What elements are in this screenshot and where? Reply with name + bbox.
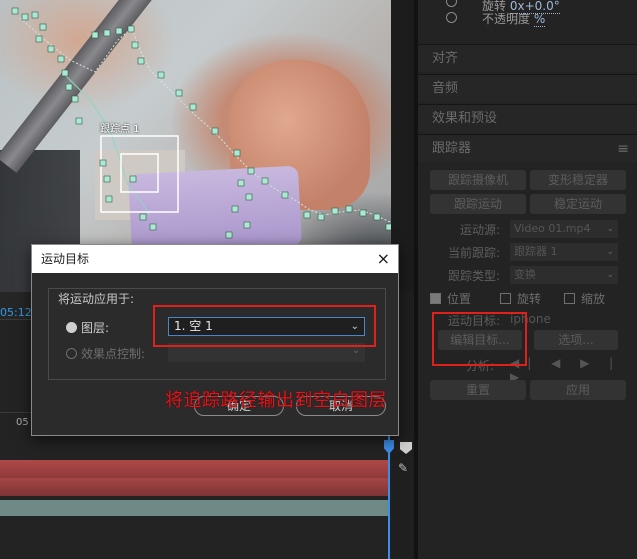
highlight-box-layer-select [153, 305, 376, 347]
dialog-title: 运动目标 [32, 245, 398, 273]
layer-switch-icon[interactable]: ✎ [398, 461, 408, 475]
reset-button[interactable]: 重置 [430, 380, 526, 400]
checkbox-icon [564, 293, 575, 304]
chevron-down-icon: ⌄ [606, 270, 614, 280]
rotation-stopwatch-icon[interactable] [446, 0, 457, 7]
apply-button[interactable]: 应用 [530, 380, 626, 400]
panel-menu-icon[interactable]: ≡ [617, 135, 629, 163]
stabilize-motion-button[interactable]: 稳定运动 [530, 194, 626, 214]
opacity-stopwatch-icon[interactable] [446, 12, 457, 23]
track-type-label: 跟踪类型: [448, 269, 501, 283]
radio-icon [66, 348, 77, 359]
position-label: 位置 [447, 292, 472, 306]
section-align-label: 对齐 [432, 51, 459, 66]
section-effects-presets[interactable]: 效果和预设 [418, 104, 637, 132]
chevron-down-icon: ⌄ [606, 224, 614, 234]
motion-source-label: 运动源: [460, 223, 501, 237]
right-panel: 旋转 0x+0.0° 不透明度 % 对齐 音频 效果和预设 跟踪器 ≡ 跟踪摄像… [414, 0, 637, 559]
current-track-label: 当前跟踪: [448, 246, 501, 260]
opacity-label: 不透明度 [482, 12, 531, 26]
layer-bar-video[interactable] [0, 478, 390, 496]
track-camera-button[interactable]: 跟踪摄像机 [430, 170, 526, 190]
section-audio[interactable]: 音频 [418, 74, 637, 102]
motion-source-value: Video 01.mp4 [514, 222, 591, 235]
current-track-select[interactable]: 跟踪器 1 ⌄ [510, 243, 618, 261]
scale-label: 缩放 [581, 292, 606, 306]
checkbox-checked-icon [430, 293, 441, 304]
close-icon[interactable]: × [377, 249, 390, 269]
layer-bar-null[interactable] [0, 460, 390, 478]
ruler-tick-label: 05 [16, 417, 29, 428]
track-type-select[interactable]: 变换 ⌄ [510, 266, 618, 284]
radio-selected-icon [66, 322, 77, 333]
effect-point-label: 效果点控制: [81, 347, 146, 361]
section-audio-label: 音频 [432, 81, 459, 96]
section-tracker-label: 跟踪器 [432, 141, 472, 156]
rotation-checkbox[interactable]: 旋转 [500, 290, 541, 307]
rotation-track-label: 旋转 [517, 292, 542, 306]
opacity-row: 不透明度 % [482, 10, 546, 27]
chevron-down-icon: ⌄ [606, 247, 614, 257]
current-timecode[interactable]: 05:12 [0, 306, 32, 319]
motion-source-select[interactable]: Video 01.mp4 ⌄ [510, 220, 618, 238]
opacity-value[interactable]: % [533, 12, 546, 27]
warp-stabilizer-button[interactable]: 变形稳定器 [530, 170, 626, 190]
scale-checkbox[interactable]: 缩放 [564, 290, 605, 307]
section-effects-label: 效果和预设 [432, 111, 498, 126]
track-type-value: 变换 [514, 268, 536, 281]
transform-properties: 旋转 0x+0.0° 不透明度 % [418, 0, 637, 38]
layer-radio[interactable]: 图层: [66, 319, 109, 336]
effect-point-radio[interactable]: 效果点控制: [66, 345, 145, 362]
section-align[interactable]: 对齐 [418, 44, 637, 72]
current-track-value: 跟踪器 1 [514, 245, 558, 258]
highlight-box-edit-target [432, 312, 527, 366]
section-tracker[interactable]: 跟踪器 ≡ [418, 134, 637, 162]
track-point-label: 跟踪点 1 [100, 124, 140, 135]
options-button[interactable]: 选项... [534, 330, 618, 350]
position-checkbox[interactable]: 位置 [430, 290, 471, 307]
annotation-caption: 将追踪路径输出到空白图层 [165, 390, 387, 411]
checkbox-icon [500, 293, 511, 304]
apply-to-label: 将运动应用于: [56, 290, 137, 307]
layer-radio-label: 图层: [81, 321, 110, 335]
layer-bar-audio[interactable] [0, 500, 390, 516]
after-effects-window: 跟踪点 1 05:12 05 ✎ 旋转 0x+0.0° 不透明度 % 对齐 音频… [0, 0, 637, 559]
track-motion-button[interactable]: 跟踪运动 [430, 194, 526, 214]
